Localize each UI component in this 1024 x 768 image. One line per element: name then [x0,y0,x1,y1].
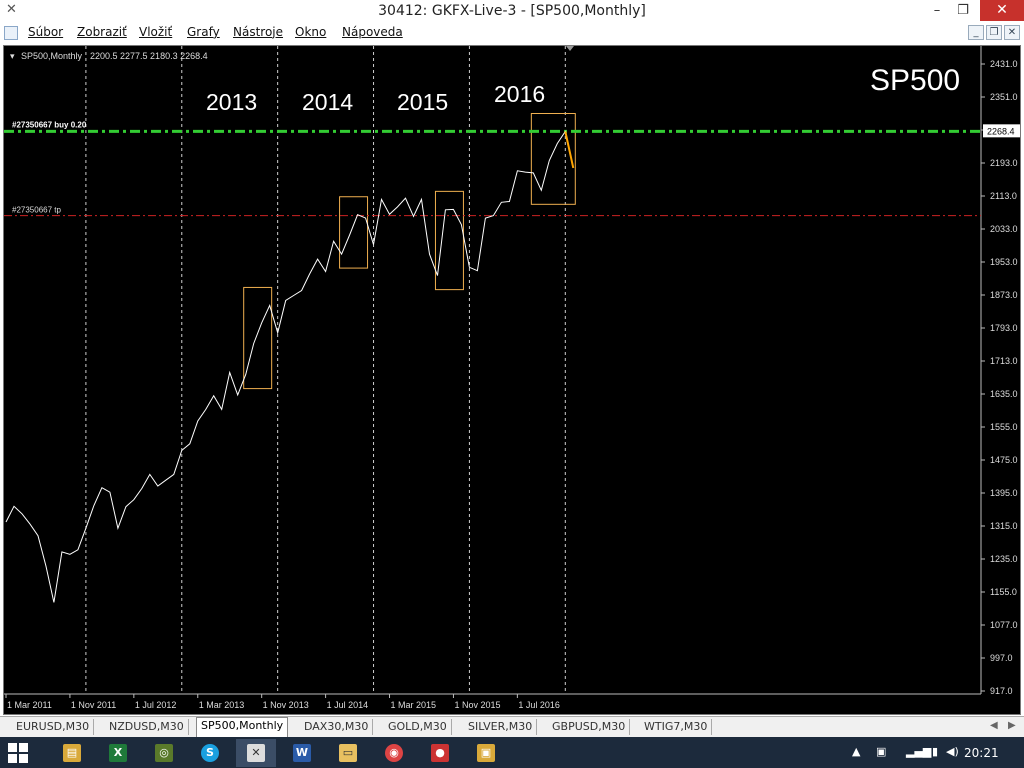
child-close-button[interactable]: ✕ [1004,25,1020,40]
price-line [5,130,574,603]
y-tick-label: 1953.0 [990,257,1018,267]
year-label: 2013 [206,89,257,115]
current-price-label: 2268.4 [987,126,1015,136]
x-tick-label: 1 Nov 2011 [71,700,116,710]
y-tick-label: 1395.0 [990,488,1018,498]
y-tick-label: 1713.0 [990,356,1018,366]
year-label: 2014 [302,89,353,115]
taskbar-metatrader-icon[interactable]: ▣ [466,739,506,767]
child-minimize-button[interactable]: _ [968,25,984,40]
x-tick-label: 1 Nov 2015 [454,700,500,710]
chart-shift-marker-icon [566,46,574,51]
chart-symbol: SP500,Monthly [21,51,83,61]
menu-napoveda[interactable]: Nápoveda [342,25,403,39]
year-box [243,286,273,390]
chart-title: SP500 [870,64,960,97]
menu-subor[interactable]: Súbor [28,25,63,39]
taskbar-excel-icon[interactable]: X [98,739,138,767]
year-label: 2015 [397,89,448,115]
tab-gold[interactable]: GOLD,M30 [384,719,452,735]
year-box [434,190,464,291]
taskbar-terminal-icon[interactable]: ✕ [236,739,276,767]
tab-dax30[interactable]: DAX30,M30 [300,719,374,735]
y-tick-label: 1555.0 [990,422,1018,432]
y-tick-label: 1475.0 [990,455,1018,465]
tab-nzdusd[interactable]: NZDUSD,M30 [105,719,189,735]
x-tick-label: 1 Mar 2015 [391,700,437,710]
x-tick-label: 1 Jul 2016 [518,700,560,710]
taskbar-clock: 20:21 [964,746,999,760]
y-tick-label: 1235.0 [990,554,1018,564]
y-tick-label: 1315.0 [990,521,1018,531]
taskbar-explorer-icon[interactable]: ▭ [328,739,368,767]
tab-sp500[interactable]: SP500,Monthly [196,717,289,737]
y-tick-label: 2113.0 [990,191,1017,201]
chart-window[interactable]: 2431.02351.02271.02193.02113.02033.01953… [3,45,1021,715]
y-tick-label: 2193.0 [990,158,1018,168]
menu-okno[interactable]: Okno [295,25,326,39]
child-restore-button[interactable]: ❐ [986,25,1002,40]
document-icon [4,26,18,40]
buy-line-label: #27350667 buy 0.20 [12,120,87,129]
y-tick-label: 1635.0 [990,389,1018,399]
tray-battery-icon[interactable]: ▮ [932,745,938,758]
y-tick-label: 997.0 [990,653,1013,663]
windows-start-icon[interactable] [8,743,28,763]
taskbar: ▤ X ◎ S ✕ W ▭ ◉ ● ▣ ▲ ▣ ▂▄▆ ▮ ◀) 20:21 [0,737,1024,768]
y-tick-label: 2033.0 [990,224,1018,234]
taskbar-folder-icon[interactable]: ▤ [52,739,92,767]
tray-chevron-icon[interactable]: ▲ [852,745,860,758]
y-tick-label: 2431.0 [990,59,1018,69]
tp-line-label: #27350667 tp [12,206,61,215]
menu-nastroje[interactable]: Nástroje [233,25,283,39]
y-tick-label: 1873.0 [990,290,1018,300]
chart-tabs: EURUSD,M30 NZDUSD,M30 SP500,Monthly DAX3… [0,716,1024,737]
taskbar-app-icon[interactable]: ● [420,739,460,767]
title-bar: ✕ 30412: GKFX-Live-3 - [SP500,Monthly] –… [0,0,1024,23]
price-chart[interactable]: 2431.02351.02271.02193.02113.02033.01953… [4,46,1020,714]
year-box [530,113,576,205]
y-tick-label: 1155.0 [990,587,1017,597]
tab-scroll-left-icon[interactable]: ◀ [990,720,998,731]
y-tick-label: 1077.0 [990,620,1018,630]
close-button[interactable]: ✕ [980,0,1024,21]
tray-signal-icon[interactable]: ▂▄▆ [906,745,931,758]
restore-button[interactable]: ❐ [948,0,978,21]
tab-scroll-right-icon[interactable]: ▶ [1008,720,1016,731]
menu-vlozit[interactable]: Vložiť [139,25,172,39]
tab-silver[interactable]: SILVER,M30 [464,719,538,735]
window-title: 30412: GKFX-Live-3 - [SP500,Monthly] [378,3,646,19]
tray-volume-icon[interactable]: ◀) [946,745,959,758]
tab-gbpusd[interactable]: GBPUSD,M30 [548,719,631,735]
taskbar-globe-icon[interactable]: ◎ [144,739,184,767]
x-tick-label: 1 Mar 2013 [199,700,245,710]
x-tick-label: 1 Jul 2014 [327,700,369,710]
price-line-highlight [564,131,575,169]
y-tick-label: 917.0 [990,686,1013,696]
taskbar-skype-icon[interactable]: S [190,739,230,767]
menu-grafy[interactable]: Grafy [187,25,220,39]
y-tick-label: 2351.0 [990,92,1018,102]
year-label: 2016 [494,81,545,107]
year-box [339,196,369,269]
tab-eurusd[interactable]: EURUSD,M30 [12,719,95,735]
menu-bar: Súbor Zobraziť Vložiť Grafy Nástroje Okn… [0,23,1024,44]
taskbar-word-icon[interactable]: W [282,739,322,767]
taskbar-chrome-icon[interactable]: ◉ [374,739,414,767]
tab-wtig7[interactable]: WTIG7,M30 [640,719,713,735]
chart-ohlc: 2200.5 2277.5 2180.3 2268.4 [90,51,208,61]
x-tick-label: 1 Mar 2011 [7,700,52,710]
x-tick-label: 1 Jul 2012 [135,700,177,710]
x-tick-label: 1 Nov 2013 [263,700,309,710]
y-tick-label: 1793.0 [990,323,1018,333]
menu-zobrazit[interactable]: Zobraziť [77,25,127,39]
tray-app-icon[interactable]: ▣ [876,745,886,758]
header-dropdown-icon: ▾ [10,51,15,61]
